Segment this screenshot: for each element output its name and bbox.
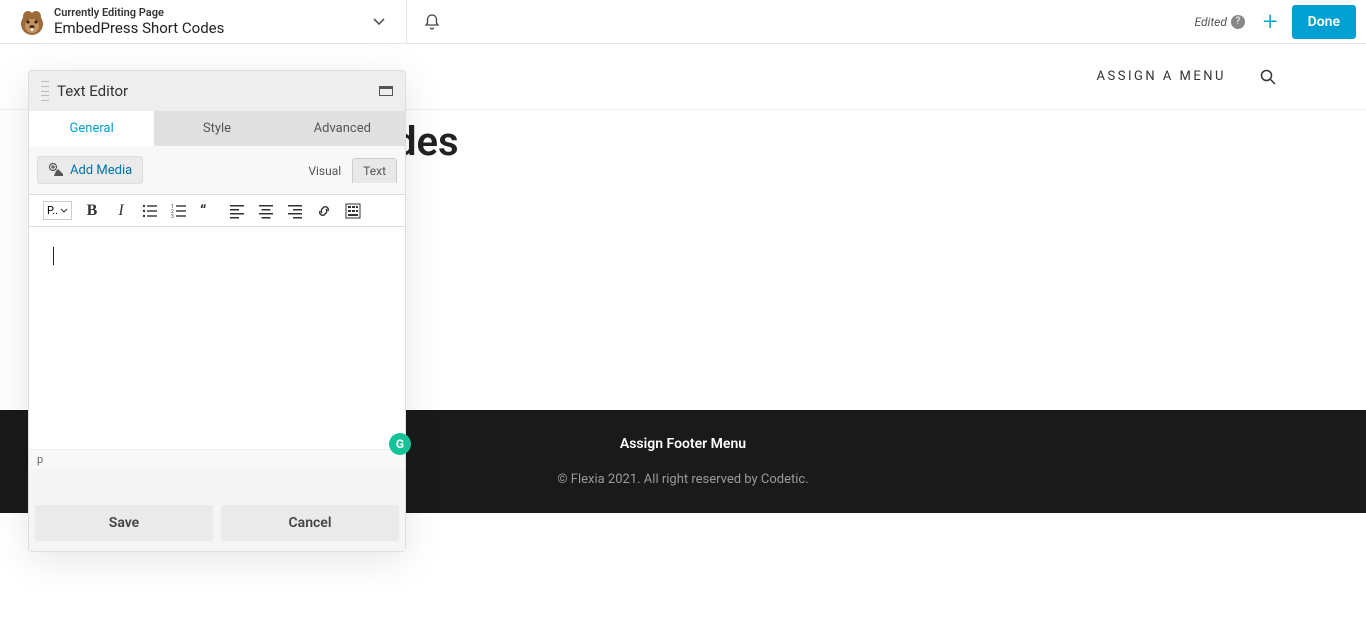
edited-status-label: Edited bbox=[1194, 15, 1226, 29]
text-editor-panel: Text Editor General Style Advanced Add M… bbox=[28, 70, 406, 552]
search-icon[interactable] bbox=[1260, 69, 1276, 85]
panel-title: Text Editor bbox=[57, 82, 379, 100]
panel-actions: Save Cancel bbox=[29, 469, 405, 551]
align-left-button[interactable] bbox=[228, 202, 246, 220]
svg-text:“: “ bbox=[200, 203, 206, 219]
save-button[interactable]: Save bbox=[35, 505, 213, 541]
add-media-label: Add Media bbox=[70, 163, 132, 178]
done-button[interactable]: Done bbox=[1292, 5, 1356, 39]
visual-tab[interactable]: Visual bbox=[297, 158, 352, 183]
blockquote-button[interactable]: “ bbox=[199, 202, 217, 220]
svg-text:3: 3 bbox=[171, 214, 174, 219]
grammarly-icon[interactable]: G bbox=[389, 433, 411, 455]
text-cursor bbox=[53, 247, 54, 265]
top-bar: Currently Editing Page EmbedPress Short … bbox=[0, 0, 1366, 44]
divider bbox=[406, 0, 407, 44]
page-title-label: EmbedPress Short Codes bbox=[54, 19, 224, 37]
tab-style[interactable]: Style bbox=[154, 111, 279, 146]
help-icon[interactable]: ? bbox=[1231, 15, 1245, 29]
paragraph-format-select[interactable]: P.. bbox=[43, 201, 72, 220]
drag-handle-icon[interactable] bbox=[41, 81, 49, 101]
text-tab[interactable]: Text bbox=[352, 158, 397, 183]
page-status-label: Currently Editing Page bbox=[54, 6, 224, 19]
beaver-logo-icon bbox=[16, 6, 48, 38]
toolbar-toggle-button[interactable] bbox=[344, 202, 362, 220]
bold-button[interactable]: B bbox=[83, 202, 101, 220]
link-button[interactable] bbox=[315, 202, 333, 220]
tab-advanced[interactable]: Advanced bbox=[280, 111, 405, 146]
add-module-button[interactable]: + bbox=[1263, 9, 1278, 35]
bullet-list-button[interactable] bbox=[141, 202, 159, 220]
tab-general[interactable]: General bbox=[29, 111, 154, 146]
expand-panel-icon[interactable] bbox=[379, 86, 393, 96]
add-media-button[interactable]: Add Media bbox=[37, 156, 143, 184]
element-path[interactable]: p bbox=[29, 449, 405, 469]
cancel-button[interactable]: Cancel bbox=[221, 505, 399, 541]
page-dropdown-chevron[interactable] bbox=[364, 11, 394, 33]
italic-button[interactable]: I bbox=[112, 202, 130, 220]
panel-tabs: General Style Advanced bbox=[29, 111, 405, 146]
align-right-button[interactable] bbox=[286, 202, 304, 220]
assign-menu-link[interactable]: ASSIGN A MENU bbox=[1097, 69, 1226, 84]
panel-header[interactable]: Text Editor bbox=[29, 71, 405, 111]
editor-textarea[interactable]: G bbox=[29, 227, 405, 449]
media-icon bbox=[48, 162, 64, 178]
align-center-button[interactable] bbox=[257, 202, 275, 220]
media-toolbar-row: Add Media Visual Text bbox=[29, 146, 405, 194]
page-info: Currently Editing Page EmbedPress Short … bbox=[54, 6, 224, 37]
notifications-bell-icon[interactable] bbox=[419, 9, 445, 35]
numbered-list-button[interactable]: 123 bbox=[170, 202, 188, 220]
format-toolbar: P.. B I 123 “ bbox=[29, 194, 405, 227]
